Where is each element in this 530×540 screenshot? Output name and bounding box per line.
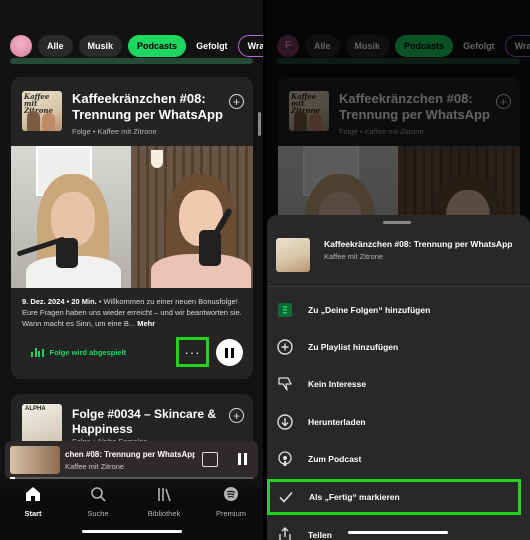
- sheet-title: Kaffeekränzchen #08: Trennung per WhatsA…: [324, 239, 513, 249]
- plus-icon: +: [232, 94, 240, 109]
- sheet-subtitle: Kaffee mit Zitrone: [324, 252, 384, 261]
- mini-player-thumbnail: [10, 446, 60, 474]
- nav-premium[interactable]: Premium: [201, 485, 261, 518]
- add-episode-button[interactable]: +: [229, 94, 244, 109]
- episode-subtitle: Folge • Kaffee mit Zitrone: [72, 127, 157, 136]
- nav-bibliothek[interactable]: Bibliothek: [134, 485, 194, 518]
- mini-pause-button[interactable]: [238, 453, 247, 465]
- nav-suche[interactable]: Suche: [68, 485, 128, 518]
- home-feed-screen: Alle Musik Podcasts Gefolgt Wrapp Kaffee…: [0, 0, 263, 540]
- episode-card[interactable]: Kaffee mit Zitrone Kaffeekränzchen #08: …: [11, 77, 253, 379]
- podcast-icon: [276, 450, 294, 468]
- more-options-button[interactable]: ···: [176, 337, 209, 367]
- checkmark-icon: [277, 488, 295, 506]
- menu-add-your-episodes[interactable]: Zu „Deine Folgen“ hinzufügen: [275, 297, 520, 323]
- share-icon: [276, 526, 294, 540]
- connect-device-icon[interactable]: [202, 452, 218, 467]
- nav-start[interactable]: Start: [3, 485, 63, 518]
- thumbs-down-icon: [276, 375, 294, 393]
- equalizer-icon: [31, 348, 44, 357]
- chip-gefolgt[interactable]: Gefolgt: [192, 35, 232, 57]
- mini-player[interactable]: chen #08: Trennung per WhatsApp Kaffee m…: [5, 441, 258, 479]
- chip-alle[interactable]: Alle: [38, 34, 73, 57]
- episode-title[interactable]: Kaffeekränzchen #08: Trennung per WhatsA…: [72, 91, 245, 123]
- episode-meta: 9. Dez. 2024 • 20 Min.: [22, 297, 97, 306]
- menu-go-to-podcast[interactable]: Zum Podcast: [275, 446, 520, 472]
- spotify-icon: [224, 487, 238, 501]
- episode-options-sheet: Kaffeekränzchen #08: Trennung per WhatsA…: [267, 215, 530, 540]
- home-indicator-right: [348, 531, 448, 534]
- home-icon: [26, 487, 40, 501]
- sheet-drag-handle[interactable]: [383, 221, 411, 224]
- menu-download[interactable]: Herunterladen: [275, 409, 520, 435]
- scrollbar[interactable]: [258, 112, 261, 136]
- add-circle-icon: [276, 338, 294, 356]
- pause-button[interactable]: [216, 339, 243, 366]
- mini-player-title: chen #08: Trennung per WhatsApp: [65, 450, 195, 459]
- mini-player-progress: [10, 477, 253, 479]
- menu-not-interested[interactable]: Kein Interesse: [275, 371, 520, 397]
- library-icon: [158, 488, 171, 502]
- mini-player-subtitle: Kaffee mit Zitrone: [65, 462, 125, 471]
- add-episode-2-button[interactable]: +: [229, 408, 244, 423]
- carousel-peek: [10, 58, 253, 64]
- sheet-cover: [276, 238, 310, 272]
- chip-podcasts[interactable]: Podcasts: [128, 34, 187, 57]
- playing-label: Folge wird abgespielt: [49, 348, 127, 357]
- chip-wrapped[interactable]: Wrapp: [237, 34, 263, 57]
- episode-description: 9. Dez. 2024 • 20 Min. • Willkommen zu e…: [22, 297, 242, 328]
- menu-add-to-playlist[interactable]: Zu Playlist hinzufügen: [275, 334, 520, 360]
- plus-icon: +: [232, 408, 240, 423]
- profile-avatar[interactable]: [10, 34, 32, 57]
- now-playing-indicator: Folge wird abgespielt: [31, 348, 126, 357]
- podcast-cover: Kaffee mit Zitrone: [22, 91, 62, 131]
- menu-mark-as-done[interactable]: Als „Fertig“ markieren: [267, 479, 521, 515]
- chip-musik[interactable]: Musik: [78, 34, 123, 57]
- more-link[interactable]: Mehr: [137, 319, 155, 328]
- home-indicator: [82, 530, 182, 533]
- episode-2-title[interactable]: Folge #0034 – Skincare & Happiness: [72, 407, 222, 437]
- download-icon: [276, 413, 294, 431]
- podcast-cover-2: ALPHA: [22, 404, 62, 444]
- search-icon: [91, 487, 106, 502]
- filter-bar: Alle Musik Podcasts Gefolgt Wrapp: [0, 0, 263, 62]
- your-episodes-icon: [276, 301, 294, 319]
- video-preview[interactable]: [11, 146, 253, 288]
